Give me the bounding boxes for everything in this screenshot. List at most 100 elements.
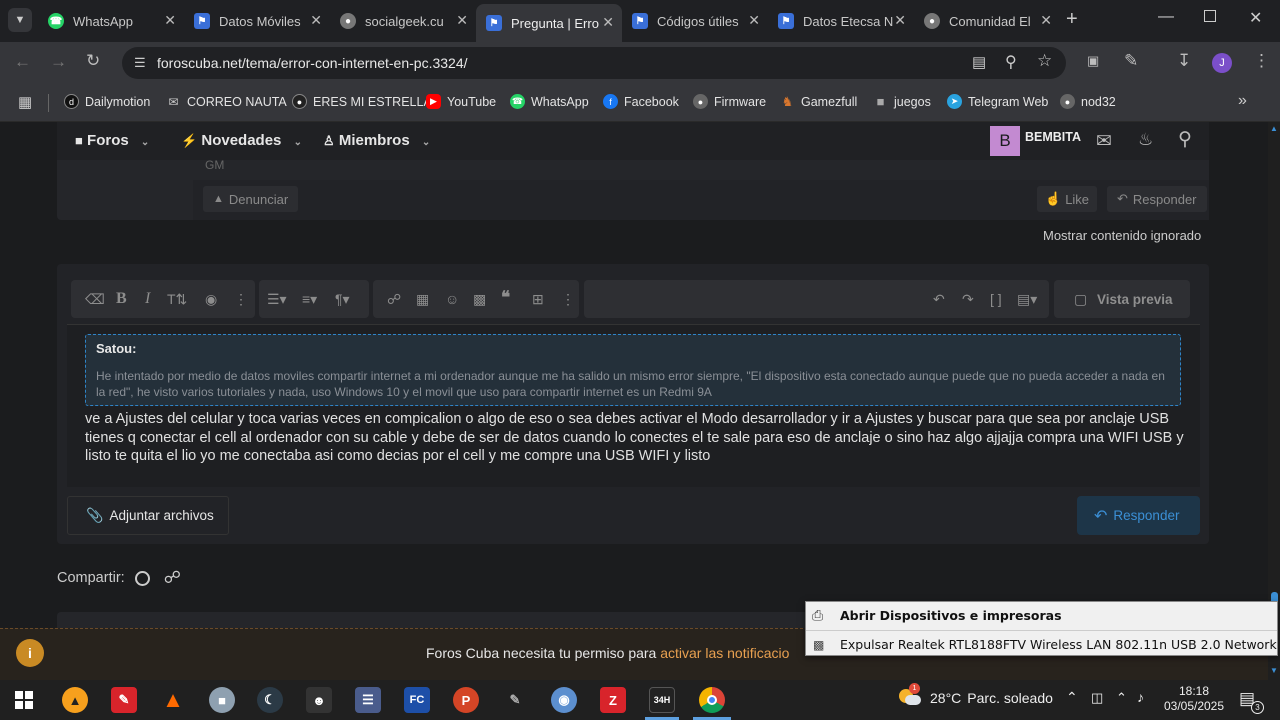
close-window-icon[interactable]: ✕	[1249, 8, 1262, 28]
bookmark-nod32[interactable]: ● nod32	[1060, 94, 1116, 109]
bookmark-whatsapp[interactable]: ☎ WhatsApp	[510, 94, 589, 109]
fc-app-icon[interactable]: FC	[404, 687, 430, 713]
close-tab-icon[interactable]: ✕	[164, 12, 176, 29]
enable-notifications-link[interactable]: activar las notificacio	[660, 645, 789, 661]
tab-pregunta-active[interactable]: ⚑ Pregunta | Erro ✕	[476, 4, 622, 42]
fire-app-icon[interactable]: ▲	[160, 687, 186, 713]
list-icon[interactable]: ☰▾	[267, 291, 287, 308]
usb-tray-icon[interactable]: ◫	[1091, 690, 1103, 706]
bookmark-star-icon[interactable]: ☆	[1037, 51, 1052, 71]
search-icon[interactable]: ⚲	[1178, 128, 1192, 151]
tab-codigos-utiles[interactable]: ⚑ Códigos útiles ✕	[622, 6, 768, 36]
reload-icon[interactable]: ↻	[86, 51, 100, 71]
quote-icon[interactable]: ❝	[501, 288, 510, 308]
tab-datos-etecsa[interactable]: ⚑ Datos Etecsa N ✕	[768, 6, 914, 36]
moon-app-icon[interactable]: ☾	[257, 687, 283, 713]
smiley-icon[interactable]: ☺	[445, 291, 459, 307]
alien-app-icon[interactable]: ☻	[306, 687, 332, 713]
volume-icon[interactable]: ♪	[1137, 689, 1144, 705]
paragraph-icon[interactable]: ¶▾	[335, 291, 350, 308]
tab-socialgeek[interactable]: ● socialgeek.cu ✕	[330, 6, 476, 36]
palette-icon[interactable]: ◉	[205, 291, 217, 308]
network-app-icon[interactable]: ☰	[355, 687, 381, 713]
show-ignored-link[interactable]: Mostrar contenido ignorado	[1043, 228, 1201, 243]
page-scrollbar[interactable]: ▲ ▼	[1268, 122, 1280, 680]
restore-icon[interactable]	[1204, 10, 1216, 22]
report-button[interactable]: ▲ Denunciar	[203, 186, 299, 212]
like-button[interactable]: ☝ Like	[1037, 186, 1098, 212]
reading-mode-icon[interactable]: ▣	[1087, 53, 1099, 69]
reply-text[interactable]: ve a Ajustes del celular y toca varias v…	[85, 410, 1195, 466]
bookmark-telegram[interactable]: ➤ Telegram Web	[947, 94, 1048, 109]
bot-app-icon[interactable]: ■	[209, 687, 235, 713]
align-icon[interactable]: ≡▾	[302, 291, 317, 308]
forward-icon[interactable]: →	[50, 52, 67, 72]
bbcode-icon[interactable]: [ ]	[990, 291, 1002, 307]
minimize-icon[interactable]: —	[1158, 8, 1174, 26]
close-tab-icon[interactable]: ✕	[310, 12, 322, 29]
reply-post-button[interactable]: ↶ Responder	[1107, 186, 1207, 212]
bookmark-eres-mi-estrella[interactable]: ● ERES MI ESTRELLA	[292, 94, 432, 109]
menu-icon[interactable]: ⋮	[1253, 51, 1270, 71]
wifi-icon[interactable]: ⌃	[1116, 690, 1127, 706]
close-tab-icon[interactable]: ✕	[602, 14, 614, 31]
more-insert-icon[interactable]: ⋮	[561, 291, 575, 308]
scroll-down-icon[interactable]: ▼	[1270, 666, 1278, 675]
windows-start-icon[interactable]	[15, 691, 33, 709]
tab-datos-moviles[interactable]: ⚑ Datos Móviles ✕	[184, 6, 330, 36]
more-options-icon[interactable]: ⋮	[234, 291, 248, 308]
download-icon[interactable]: ↧	[1177, 51, 1191, 71]
new-tab-icon[interactable]: +	[1066, 8, 1078, 31]
table-icon[interactable]: ⊞	[532, 291, 544, 308]
close-tab-icon[interactable]: ✕	[1040, 12, 1052, 29]
drafts-icon[interactable]: ▤▾	[1017, 291, 1037, 308]
italic-icon[interactable]: I	[145, 290, 150, 308]
media-icon[interactable]: ▩	[473, 291, 486, 308]
site-info-icon[interactable]: ☰	[134, 55, 146, 71]
install-app-icon[interactable]: ▤	[972, 53, 986, 71]
submit-reply-button[interactable]: ↶ Responder	[1077, 496, 1200, 535]
address-bar[interactable]: ☰ foroscuba.net/tema/error-con-internet-…	[122, 47, 1066, 79]
link-icon[interactable]: ☍	[387, 291, 401, 308]
close-tab-icon[interactable]: ✕	[894, 12, 906, 29]
bookmark-gamezfull[interactable]: ♞ Gamezfull	[780, 94, 858, 109]
back-icon[interactable]: ←	[14, 52, 31, 72]
bookmark-juegos[interactable]: ■ juegos	[873, 94, 931, 109]
avast-icon[interactable]: ▲	[62, 687, 88, 713]
chrome-icon[interactable]	[699, 687, 725, 713]
close-tab-icon[interactable]: ✕	[456, 12, 468, 29]
installer-app-icon[interactable]: ◉	[551, 687, 577, 713]
popup-item-devices[interactable]: ⎙ Abrir Dispositivos e impresoras	[806, 602, 1277, 629]
zoom-icon[interactable]: ⚲	[1005, 52, 1017, 72]
bookmark-dailymotion[interactable]: d Dailymotion	[64, 94, 150, 109]
bookmark-youtube[interactable]: ▶ YouTube	[426, 94, 496, 109]
popup-item-eject[interactable]: ▩ Expulsar Realtek RTL8188FTV Wireless L…	[806, 631, 1280, 657]
user-menu[interactable]: B BEMBITA	[990, 126, 1081, 156]
eraser-icon[interactable]: ⌫	[85, 291, 105, 308]
font-size-icon[interactable]: T⇅	[167, 291, 187, 308]
tab-whatsapp[interactable]: ☎ WhatsApp ✕	[38, 6, 184, 36]
extensions-icon[interactable]: ✎	[1124, 51, 1138, 71]
nav-novedades[interactable]: ⚡ Novedades ⌄	[181, 132, 302, 149]
scroll-up-icon[interactable]: ▲	[1270, 124, 1278, 133]
apps-grid-icon[interactable]: ▦	[18, 93, 32, 111]
p-app-icon[interactable]: P	[453, 687, 479, 713]
weather-widget[interactable]: 1 28°C Parc. soleado	[899, 683, 1053, 707]
whatsapp-share-icon[interactable]	[134, 570, 150, 586]
tab-search-button[interactable]: ▼	[8, 8, 32, 32]
redo-icon[interactable]: ↷	[962, 291, 974, 308]
tab-comunidad[interactable]: ● Comunidad El ✕	[914, 6, 1060, 36]
bold-icon[interactable]: B	[116, 290, 127, 308]
tray-chevron-icon[interactable]: ⌃	[1066, 689, 1078, 706]
attach-files-button[interactable]: 📎 Adjuntar archivos	[67, 496, 229, 535]
image-icon[interactable]: ▦	[416, 291, 429, 308]
nav-foros[interactable]: ■ Foros ⌄	[75, 132, 149, 149]
more-bookmarks-icon[interactable]: »	[1238, 92, 1247, 110]
nav-miembros[interactable]: ♙ Miembros ⌄	[323, 132, 430, 149]
clock[interactable]: 18:18 03/05/2025	[1163, 684, 1225, 714]
bookmark-facebook[interactable]: f Facebook	[603, 94, 679, 109]
z-app-icon[interactable]: Z	[600, 687, 626, 713]
link-share-icon[interactable]: ☍	[164, 568, 181, 588]
url-text[interactable]: foroscuba.net/tema/error-con-internet-en…	[157, 55, 468, 71]
pdf-app-icon[interactable]: ✎	[111, 687, 137, 713]
